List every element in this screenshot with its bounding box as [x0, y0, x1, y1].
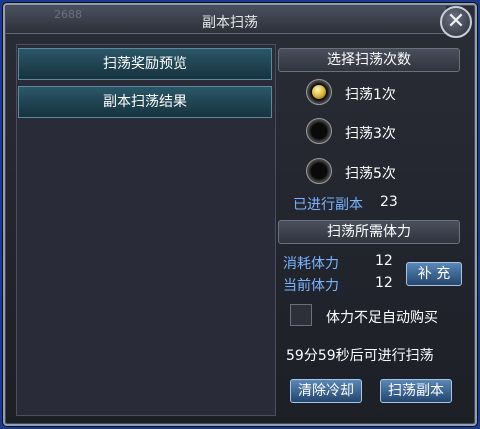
consume-stamina-label: 消耗体力	[283, 256, 339, 272]
sweep-1-label: 扫荡1次	[345, 87, 396, 103]
auto-buy-label: 体力不足自动购买	[326, 310, 438, 326]
stamina-header: 扫荡所需体力	[278, 220, 460, 244]
background-number: 2688	[54, 8, 82, 21]
dungeon-count-value: 23	[380, 194, 398, 210]
sweep-5-label: 扫荡5次	[345, 166, 396, 182]
cooldown-text: 59分59秒后可进行扫荡	[286, 348, 434, 364]
refill-stamina-button[interactable]: 补 充	[406, 262, 462, 286]
sweep-3-radio[interactable]	[306, 118, 332, 144]
sweep-dungeon-button[interactable]: 扫荡副本	[380, 379, 452, 403]
close-icon[interactable]: ✕	[440, 6, 472, 38]
auto-buy-checkbox[interactable]	[290, 304, 312, 326]
select-count-header: 选择扫荡次数	[278, 48, 460, 72]
tab-rewards-preview[interactable]: 扫荡奖励预览	[18, 48, 272, 80]
current-stamina-value: 12	[375, 275, 393, 291]
consume-stamina-value: 12	[375, 253, 393, 269]
current-stamina-label: 当前体力	[283, 278, 339, 294]
dungeon-count-label: 已进行副本	[293, 197, 363, 213]
sweep-5-radio[interactable]	[306, 158, 332, 184]
dialog-title: 副本扫荡	[202, 15, 258, 31]
radio-selected-dot	[312, 85, 326, 99]
tab-sweep-results[interactable]: 副本扫荡结果	[18, 86, 272, 118]
clear-cooldown-button[interactable]: 清除冷却	[290, 379, 362, 403]
sweep-3-label: 扫荡3次	[345, 126, 396, 142]
sweep-1-radio[interactable]	[306, 79, 332, 105]
